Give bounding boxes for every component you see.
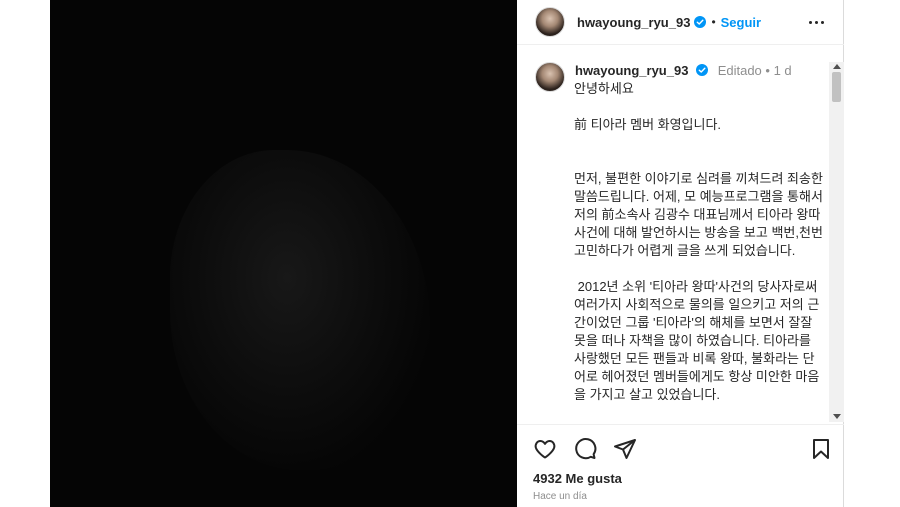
caption-text: 안녕하세요 前 티아라 멤버 화영입니다. 먼저, 불편한 이야기로 심려를 끼… [574,81,823,402]
caption-area: hwayoung_ryu_93 Editado • 1 d 안녕하세요 前 티아… [517,58,829,420]
post-media[interactable] [50,0,517,507]
scroll-up-arrow-icon[interactable] [833,64,841,69]
caption-username[interactable]: hwayoung_ryu_93 [575,63,688,78]
media-dark-image [170,150,430,470]
edited-label: Editado [717,63,762,78]
like-count[interactable]: 4932 Me gusta [533,471,622,486]
instagram-post-view: hwayoung_ryu_93 • Seguir hwayoung_ryu_93 [0,0,900,507]
comment-icon[interactable] [573,437,597,461]
follow-button[interactable]: Seguir [721,15,761,30]
scroll-down-arrow-icon[interactable] [833,414,841,419]
caption-time: 1 d [773,63,792,78]
post-header: hwayoung_ryu_93 • Seguir [517,0,844,45]
caption-separator: • [765,63,770,78]
post-time-ago[interactable]: Hace un día [533,491,587,502]
post-side-panel: hwayoung_ryu_93 • Seguir hwayoung_ryu_93 [517,0,844,507]
divider [517,424,844,425]
separator-dot: • [711,15,716,29]
bookmark-icon[interactable] [809,437,833,461]
action-bar [533,437,833,463]
avatar[interactable] [535,7,565,37]
author-username[interactable]: hwayoung_ryu_93 [577,15,690,30]
more-options-icon[interactable] [806,14,826,30]
verified-badge-icon [696,64,709,76]
caption-avatar[interactable] [535,62,565,92]
share-icon[interactable] [613,437,637,461]
caption-meta: hwayoung_ryu_93 Editado • 1 d [575,62,792,79]
heart-icon[interactable] [533,437,557,461]
caption-scrollbar[interactable] [829,62,844,422]
scroll-thumb[interactable] [832,72,841,102]
verified-badge-icon [694,16,707,28]
